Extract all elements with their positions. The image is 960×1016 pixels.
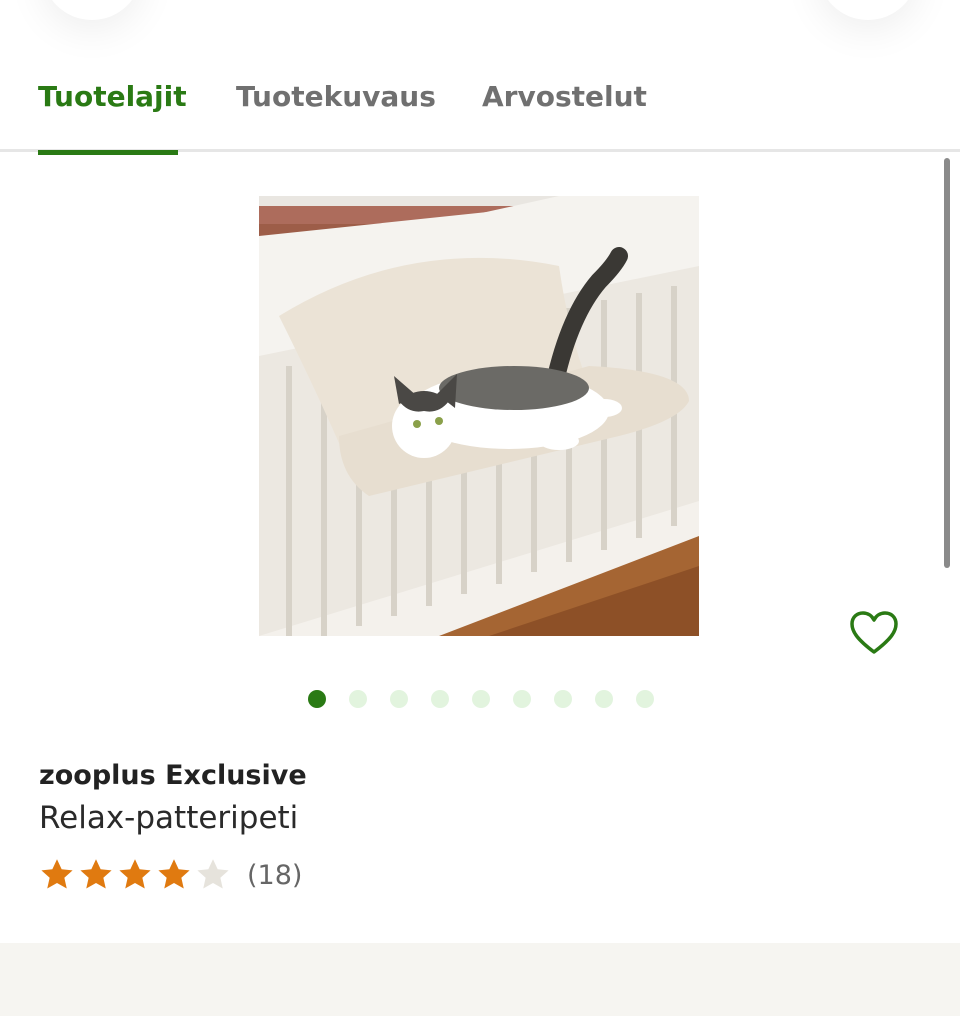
cart-button[interactable] [818, 0, 918, 20]
pagination-dot[interactable] [431, 690, 449, 708]
product-tabs: Tuotelajit Tuotekuvaus Arvostelut [0, 62, 960, 155]
star-icon [158, 859, 190, 889]
favorite-button[interactable] [848, 608, 900, 658]
tab-reviews[interactable]: Arvostelut [482, 80, 647, 152]
pagination-dot[interactable] [349, 690, 367, 708]
image-pagination [308, 690, 654, 708]
tab-product-variants[interactable]: Tuotelajit [38, 80, 187, 155]
product-name: Relax-patteripeti [39, 800, 299, 836]
product-rating[interactable]: (18) [39, 854, 302, 896]
back-button[interactable] [42, 0, 142, 20]
pagination-dot[interactable] [390, 690, 408, 708]
heart-outline-icon [850, 611, 898, 654]
star-icon [119, 859, 151, 889]
pagination-dot[interactable] [554, 690, 572, 708]
pagination-dot[interactable] [595, 690, 613, 708]
product-page: Tuotelajit Tuotekuvaus Arvostelut zooplu… [0, 0, 960, 1016]
pagination-dot[interactable] [472, 690, 490, 708]
tab-product-description[interactable]: Tuotekuvaus [236, 80, 436, 152]
scrollbar[interactable] [944, 158, 950, 568]
cat-radiator-bed-image [259, 196, 699, 636]
review-count[interactable]: (18) [247, 860, 302, 891]
star-icon [197, 859, 229, 889]
product-brand[interactable]: zooplus Exclusive [39, 760, 307, 791]
star-icon [41, 859, 73, 889]
product-image[interactable] [259, 196, 699, 636]
pagination-dot[interactable] [513, 690, 531, 708]
rating-stars [39, 857, 231, 893]
section-divider-band [0, 943, 960, 1016]
star-icon [80, 859, 112, 889]
pagination-dot[interactable] [308, 690, 326, 708]
pagination-dot[interactable] [636, 690, 654, 708]
